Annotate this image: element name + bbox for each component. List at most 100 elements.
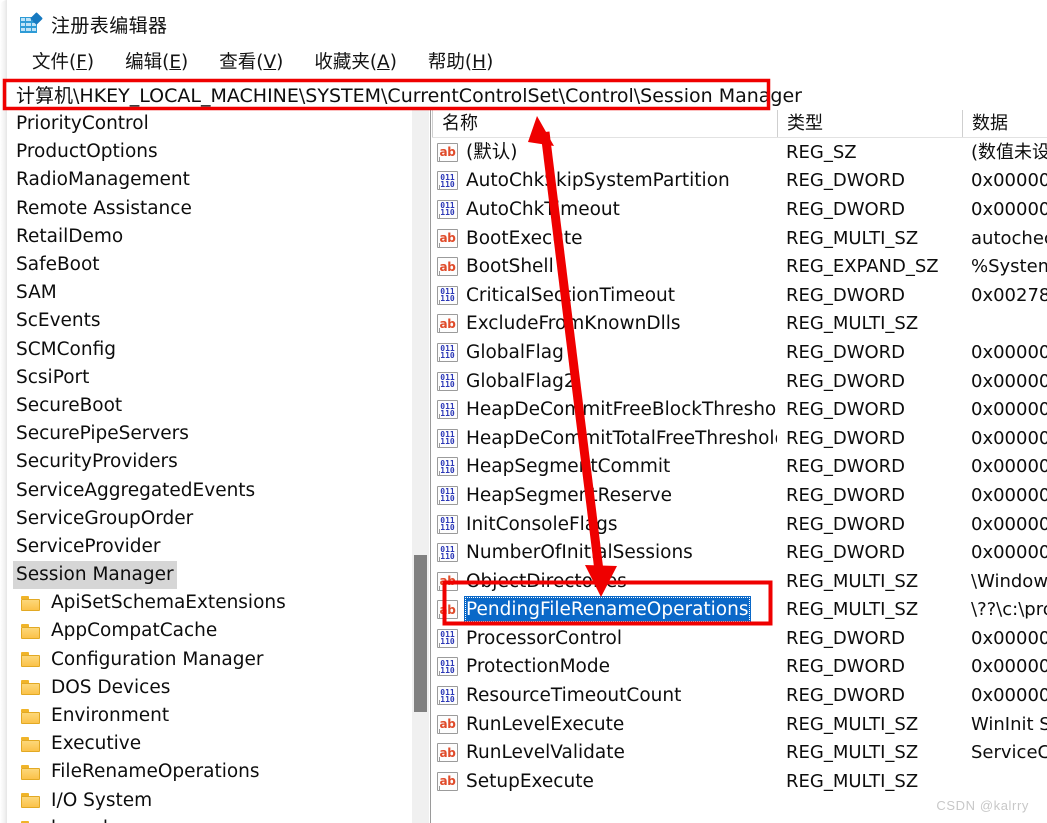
list-column-headers: 名称 类型 数据 bbox=[432, 110, 1047, 138]
value-row[interactable]: 011110 AutoChkTimeout REG_DWORD 0x000000 bbox=[432, 195, 1047, 224]
value-data: 0x000000 bbox=[971, 627, 1047, 649]
column-header-type[interactable]: 类型 bbox=[777, 110, 962, 137]
value-data: (数值未设 bbox=[971, 141, 1047, 163]
value-row[interactable]: ab BootShell REG_EXPAND_SZ %System bbox=[432, 252, 1047, 281]
tree-item[interactable]: kernel bbox=[7, 815, 415, 823]
tree-item[interactable]: SCMConfig bbox=[7, 336, 415, 364]
value-type: REG_DWORD bbox=[786, 284, 906, 306]
tree-item[interactable]: RetailDemo bbox=[7, 223, 415, 251]
value-row[interactable]: 011 110 ResourceTimeoutCount REG_DWORD 0x000… bbox=[432, 681, 1047, 710]
tree-item[interactable]: ApiSetSchemaExtensions bbox=[7, 589, 415, 617]
menu-item-1[interactable]: 文件(F) bbox=[21, 46, 105, 76]
values-list-pane[interactable]: 名称 类型 数据 ab (默认) REG_SZ (数值未设 011 110 AutoChkS… bbox=[432, 110, 1047, 823]
value-type: REG_DWORD bbox=[786, 456, 906, 478]
value-row[interactable]: 011110 GlobalFlag REG_DWORD 0x000000 bbox=[432, 338, 1047, 367]
value-data: ServiceCo bbox=[971, 742, 1047, 764]
value-row[interactable]: ab (默认) REG_SZ (数值未设 bbox=[432, 138, 1047, 167]
dword-value-icon: 011 110 bbox=[437, 628, 458, 648]
value-data: autochec bbox=[971, 227, 1047, 249]
value-name: ObjectDirectories bbox=[466, 570, 627, 592]
value-row[interactable]: 011 110 HeapSegmentReserve REG_DWORD 0x00000… bbox=[432, 481, 1047, 510]
tree-item[interactable]: DOS Devices bbox=[7, 674, 415, 702]
value-row[interactable]: 011110 HeapSegmentCommit REG_DWORD 0x000000 bbox=[432, 453, 1047, 482]
value-name: CriticalSectionTimeout bbox=[466, 284, 676, 306]
value-name-cell: 011 110 HeapDeCommitFreeBlockThresho... bbox=[432, 396, 777, 423]
menu-item-3[interactable]: 查看(V) bbox=[208, 46, 294, 76]
value-row[interactable]: 011110 ProcessorControl REG_DWORD 0x000000 bbox=[432, 624, 1047, 653]
registry-tree-pane[interactable]: PriorityControl ProductOptions RadioManage… bbox=[7, 110, 431, 823]
tree-vertical-scrollbar[interactable] bbox=[412, 110, 429, 823]
tree-item[interactable]: PriorityControl bbox=[7, 110, 415, 138]
value-name: PendingFileRenameOperations bbox=[464, 596, 751, 624]
dword-value-icon: 011 110 bbox=[437, 428, 458, 448]
tree-item[interactable]: ProductOptions bbox=[7, 138, 415, 166]
value-data-cell: 0x000000 bbox=[962, 653, 1047, 680]
value-data-cell: 0x000000 bbox=[962, 196, 1047, 223]
value-type-cell: REG_DWORD bbox=[777, 482, 962, 509]
address-path: 计算机\HKEY_LOCAL_MACHINE\SYSTEM\CurrentCon… bbox=[16, 84, 802, 107]
address-bar[interactable]: 计算机\HKEY_LOCAL_MACHINE\SYSTEM\CurrentCon… bbox=[7, 78, 1047, 110]
value-data: 0x000000 bbox=[971, 542, 1047, 564]
registry-editor-window: 注册表编辑器 文件(F) 编辑(E) 查看(V) 收藏夹(A) 帮助(H) 计算机\HK… bbox=[0, 0, 1047, 823]
tree-item[interactable]: FileRenameOperations bbox=[7, 758, 415, 786]
value-row[interactable]: 011110 ProtectionMode REG_DWORD 0x000000 bbox=[432, 653, 1047, 682]
value-row[interactable]: ab BootExecute REG_MULTI_SZ autochec bbox=[432, 224, 1047, 253]
menu-item-label: 编辑( bbox=[125, 52, 170, 73]
value-type: REG_MULTI_SZ bbox=[786, 713, 919, 735]
value-row[interactable]: 011110 GlobalFlag2 REG_DWORD 0x000000 bbox=[432, 367, 1047, 396]
tree-item-label: SecurePipeServers bbox=[16, 423, 189, 445]
column-header-name[interactable]: 名称 bbox=[432, 110, 777, 137]
value-row[interactable]: ab RunLevelValidate REG_MULTI_SZ ServiceCo bbox=[432, 738, 1047, 767]
value-row[interactable]: 011 110 HeapDeCommitTotalFreeThreshold REG_… bbox=[432, 424, 1047, 453]
value-name-cell: 011 110 HeapSegmentCommit bbox=[432, 453, 777, 480]
value-row[interactable]: ab RunLevelExecute REG_MULTI_SZ WinInit S bbox=[432, 710, 1047, 739]
value-type-cell: REG_DWORD bbox=[777, 425, 962, 452]
value-row[interactable]: ab SetupExecute REG_MULTI_SZ bbox=[432, 767, 1047, 796]
tree-item[interactable]: I/O System bbox=[7, 787, 415, 815]
value-row[interactable]: 011110 InitConsoleFlags REG_DWORD 0x000000 bbox=[432, 510, 1047, 539]
folder-icon bbox=[21, 764, 40, 780]
value-row[interactable]: 011 110 AutoChkSkipSystemPartition REG_DWOR… bbox=[432, 167, 1047, 196]
tree-item[interactable]: ServiceGroupOrder bbox=[7, 505, 415, 533]
value-row[interactable]: ab ObjectDirectories REG_MULTI_SZ \Window bbox=[432, 567, 1047, 596]
value-row[interactable]: ab ExcludeFromKnownDlls REG_MULTI_SZ bbox=[432, 310, 1047, 339]
tree-item[interactable]: SecurityProviders bbox=[7, 448, 415, 476]
value-type-cell: REG_DWORD bbox=[777, 167, 962, 194]
value-data-cell: 0x000000 bbox=[962, 682, 1047, 709]
value-row[interactable]: ab PendingFileRenameOperations REG_MULTI_S… bbox=[432, 596, 1047, 625]
tree-item[interactable]: AppCompatCache bbox=[7, 617, 415, 645]
tree-item[interactable]: Configuration Manager bbox=[7, 646, 415, 674]
tree-item[interactable]: Session Manager bbox=[7, 561, 415, 590]
column-header-data[interactable]: 数据 bbox=[962, 110, 1047, 137]
tree-item[interactable]: SAM bbox=[7, 279, 415, 307]
tree-scrollbar-thumb[interactable] bbox=[414, 555, 427, 712]
value-data-cell: 0x000000 bbox=[962, 625, 1047, 652]
tree-item[interactable]: Remote Assistance bbox=[7, 195, 415, 223]
tree-item[interactable]: SecurePipeServers bbox=[7, 420, 415, 448]
value-name-cell: ab ObjectDirectories bbox=[432, 568, 777, 595]
tree-item[interactable]: RadioManagement bbox=[7, 166, 415, 194]
tree-item[interactable]: Environment bbox=[7, 702, 415, 730]
menu-item-5[interactable]: 帮助(H) bbox=[417, 46, 504, 76]
menu-item-4[interactable]: 收藏夹(A) bbox=[303, 46, 408, 76]
tree-item[interactable]: SafeBoot bbox=[7, 251, 415, 279]
value-row[interactable]: 011 110 CriticalSectionTimeout REG_DWORD 0x0… bbox=[432, 281, 1047, 310]
tree-item[interactable]: SecureBoot bbox=[7, 392, 415, 420]
value-name: NumberOfInitialSessions bbox=[466, 542, 693, 564]
tree-item-label: I/O System bbox=[51, 789, 153, 811]
value-data: 0x000000 bbox=[971, 399, 1047, 421]
value-name: InitConsoleFlags bbox=[466, 513, 618, 535]
tree-item[interactable]: ScEvents bbox=[7, 307, 415, 335]
value-row[interactable]: 011 110 NumberOfInitialSessions REG_DWORD 0x… bbox=[432, 538, 1047, 567]
value-row[interactable]: 011 110 HeapDeCommitFreeBlockThresho... REG… bbox=[432, 395, 1047, 424]
value-type-cell: REG_MULTI_SZ bbox=[777, 711, 962, 738]
value-data: 0x000000 bbox=[971, 198, 1047, 220]
menu-item-2[interactable]: 编辑(E) bbox=[114, 46, 199, 76]
tree-item[interactable]: ServiceProvider bbox=[7, 533, 415, 561]
value-type-cell: REG_DWORD bbox=[777, 368, 962, 395]
value-data: \??\c:\pro bbox=[971, 599, 1047, 621]
tree-item[interactable]: ServiceAggregatedEvents bbox=[7, 476, 415, 504]
tree-item[interactable]: Executive bbox=[7, 730, 415, 758]
tree-item[interactable]: ScsiPort bbox=[7, 364, 415, 392]
tree-item-label: ScEvents bbox=[16, 310, 101, 332]
